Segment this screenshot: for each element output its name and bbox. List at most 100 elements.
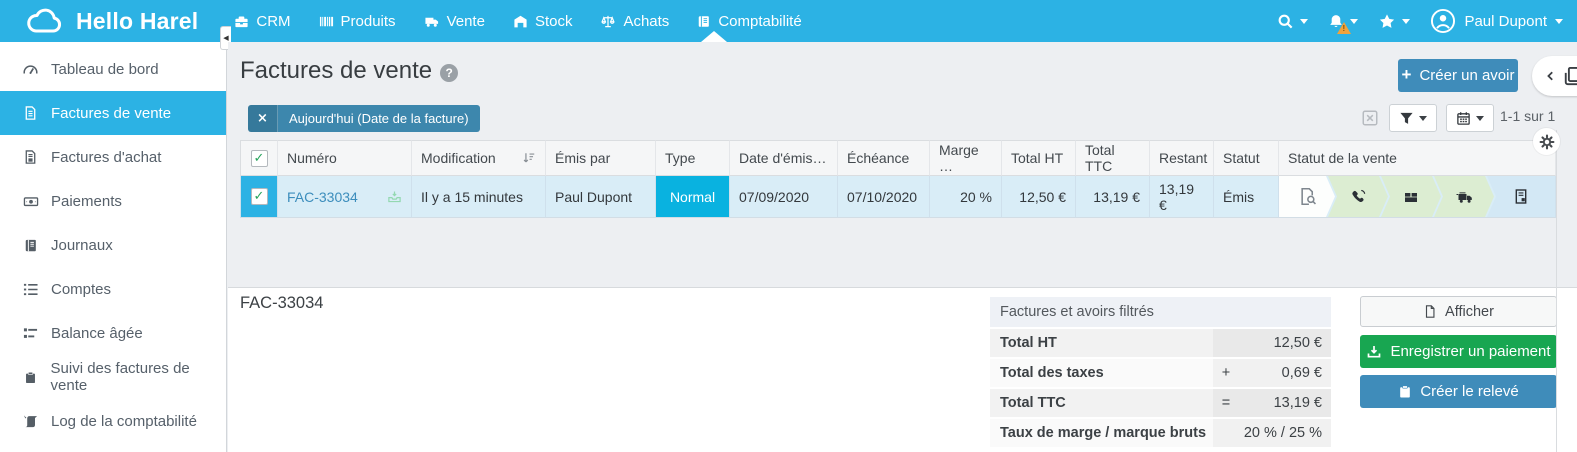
- header-label: Type: [665, 150, 695, 166]
- sidebar-item-label: Suivi des factures de vente: [51, 360, 226, 394]
- plus-icon: +: [1402, 65, 1412, 85]
- remove-filter-icon[interactable]: ×: [248, 105, 278, 132]
- sort-desc-icon: [522, 151, 536, 165]
- help-icon[interactable]: ?: [440, 64, 458, 82]
- header-label: Numéro: [287, 150, 337, 166]
- cloud-logo-icon: [26, 8, 64, 35]
- button-label: Enregistrer un paiement: [1390, 343, 1550, 360]
- col-header-emis-par[interactable]: Émis par: [546, 140, 656, 176]
- download-icon: [1366, 344, 1382, 360]
- header-label: Marge …: [939, 142, 992, 174]
- sidebar-item-log-comptabilite[interactable]: Log de la comptabilité: [0, 399, 226, 443]
- header-label: Émis par: [555, 150, 610, 166]
- button-label: Afficher: [1445, 304, 1494, 320]
- warning-badge: [1337, 22, 1351, 34]
- sidebar-item-balance-agee[interactable]: Balance âgée: [0, 311, 226, 355]
- nav-label: Achats: [623, 13, 669, 30]
- nav-item-vente[interactable]: Vente: [424, 0, 485, 42]
- pipeline-step-delivery[interactable]: [1434, 176, 1494, 217]
- sidebar-item-paiements[interactable]: Paiements: [0, 179, 226, 223]
- create-credit-note-button[interactable]: + Créer un avoir: [1398, 59, 1518, 92]
- cell-echeance: 07/10/2020: [838, 176, 930, 218]
- col-header-total-ht[interactable]: Total HT: [1002, 140, 1076, 176]
- summary-operator: =: [1213, 389, 1239, 417]
- pipeline-step-call[interactable]: [1328, 176, 1388, 217]
- chevron-down-icon: [1476, 116, 1484, 121]
- summary-label: Taux de marge / marque bruts: [990, 419, 1213, 447]
- page-title-row: Factures de vente ?: [240, 57, 458, 85]
- sidebar-item-tableau-de-bord[interactable]: Tableau de bord: [0, 47, 226, 91]
- pipeline-step-quote[interactable]: [1279, 176, 1335, 217]
- header-label: Total HT: [1011, 150, 1063, 166]
- type-badge: Normal: [656, 176, 729, 217]
- sidebar-item-label: Log de la comptabilité: [51, 413, 197, 430]
- nav-label: CRM: [256, 13, 290, 30]
- sidebar-item-comptes[interactable]: Comptes: [0, 267, 226, 311]
- inbox-icon[interactable]: [387, 189, 402, 204]
- main-content: Factures de vente ? + Créer un avoir × A…: [228, 42, 1577, 452]
- row-checkbox[interactable]: ✓: [251, 188, 268, 205]
- favorites-menu[interactable]: [1378, 13, 1410, 30]
- sidebar-item-suivi-factures[interactable]: Suivi des factures de vente: [0, 355, 226, 399]
- truck-icon: [424, 14, 440, 29]
- sidebar-item-journaux[interactable]: Journaux: [0, 223, 226, 267]
- gauge-icon: [21, 61, 40, 77]
- col-header-date-emission[interactable]: Date d'émis…: [730, 140, 838, 176]
- summary-value: 13,19 €: [1239, 389, 1331, 417]
- nav-item-achats[interactable]: Achats: [600, 0, 669, 42]
- cell-total-ttc: 13,19 €: [1076, 176, 1150, 218]
- delivery-truck-icon: [1455, 189, 1474, 205]
- cell-statut-vente: [1279, 176, 1556, 218]
- chevron-left-icon: ◀: [223, 34, 228, 42]
- search-menu[interactable]: [1277, 13, 1308, 30]
- col-header-modification[interactable]: Modification: [412, 140, 546, 176]
- clear-selection-icon[interactable]: [1361, 109, 1379, 127]
- warehouse-icon: [513, 14, 528, 29]
- col-header-numero[interactable]: Numéro: [278, 140, 412, 176]
- chevron-down-icon: [1555, 19, 1563, 24]
- chevron-down-icon: [1350, 19, 1358, 24]
- col-header-echeance[interactable]: Échéance: [838, 140, 930, 176]
- bell-icon: [1328, 13, 1344, 30]
- user-menu[interactable]: Paul Dupont: [1430, 8, 1563, 34]
- brand[interactable]: Hello Harel: [0, 8, 198, 35]
- col-header-total-ttc[interactable]: Total TTC: [1076, 140, 1150, 176]
- create-statement-button[interactable]: Créer le relevé: [1360, 375, 1557, 408]
- sidebar-item-factures-achat[interactable]: Factures d'achat: [0, 135, 226, 179]
- documents-icon: [1562, 65, 1577, 87]
- active-filter-chip[interactable]: × Aujourd'hui (Date de la facture): [248, 105, 480, 132]
- pipeline-step-invoice[interactable]: [1487, 176, 1555, 217]
- table-settings-gear-icon[interactable]: [1533, 128, 1560, 155]
- invoice-link[interactable]: FAC-33034: [287, 189, 358, 205]
- col-header-type[interactable]: Type: [656, 140, 730, 176]
- col-header-statut-vente[interactable]: Statut de la vente: [1279, 140, 1556, 176]
- notifications-menu[interactable]: [1328, 13, 1358, 30]
- select-all-header: ✓: [240, 140, 278, 176]
- summary-operator: [1213, 329, 1239, 357]
- nav-item-stock[interactable]: Stock: [513, 0, 573, 42]
- nav-item-crm[interactable]: CRM: [234, 0, 290, 42]
- invoice-doc-icon: [1513, 188, 1529, 205]
- col-header-restant[interactable]: Restant: [1150, 140, 1214, 176]
- header-label: Statut: [1223, 150, 1260, 166]
- col-header-marge[interactable]: Marge …: [930, 140, 1002, 176]
- nav-item-produits[interactable]: Produits: [319, 0, 396, 42]
- summary-row: Taux de marge / marque bruts 20 % / 25 %: [990, 419, 1331, 447]
- select-all-checkbox[interactable]: ✓: [251, 150, 268, 167]
- summary-row: Total HT 12,50 €: [990, 329, 1331, 357]
- calendar-button[interactable]: [1446, 104, 1494, 132]
- show-invoice-button[interactable]: Afficher: [1360, 296, 1557, 327]
- col-header-statut[interactable]: Statut: [1214, 140, 1279, 176]
- filter-button[interactable]: [1389, 104, 1437, 132]
- search-icon: [1277, 13, 1294, 30]
- pipeline-step-package[interactable]: [1381, 176, 1441, 217]
- header-label: Échéance: [847, 150, 909, 166]
- summary-operator: +: [1213, 359, 1239, 387]
- sidebar-item-factures-de-vente[interactable]: Factures de vente: [0, 91, 226, 135]
- header-label: Statut de la vente: [1288, 150, 1397, 166]
- register-payment-button[interactable]: Enregistrer un paiement: [1360, 335, 1557, 368]
- sidebar-item-label: Paiements: [51, 193, 122, 210]
- funnel-icon: [1399, 111, 1414, 126]
- nav-label: Produits: [341, 13, 396, 30]
- right-panel-toggle[interactable]: [1532, 56, 1577, 96]
